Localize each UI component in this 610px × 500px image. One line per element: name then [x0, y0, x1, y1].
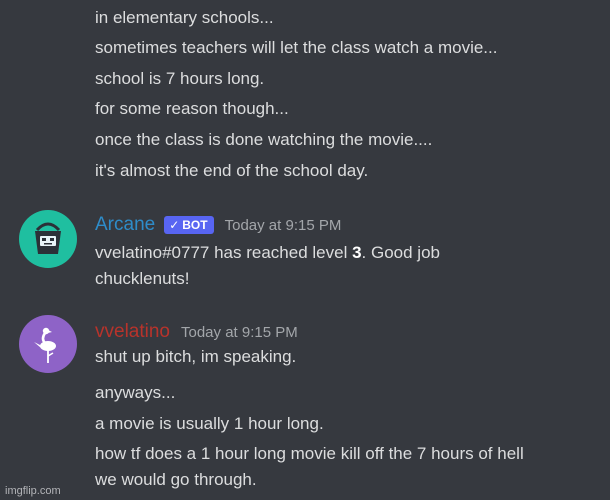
message-line: it's almost the end of the school day. — [95, 161, 369, 180]
bucket-robot-avatar[interactable] — [19, 210, 77, 268]
message-line: in elementary schools... — [95, 8, 274, 27]
chat-message-list: in elementary schools... sometimes teach… — [0, 0, 610, 500]
bot-message-text: vvelatino#0777 has reached level — [95, 243, 353, 262]
level-number: 3 — [352, 243, 362, 262]
message-line: how tf does a 1 hour long movie kill off… — [95, 444, 524, 463]
message-line: sometimes teachers will let the class wa… — [95, 38, 498, 57]
bot-message-line: vvelatino#0777 has reached level 3. Good… — [95, 242, 440, 264]
bot-tag-label: BOT — [182, 218, 208, 232]
bot-message-text: . Good job — [361, 243, 440, 262]
message-line: a movie is usually 1 hour long. — [95, 414, 324, 433]
message-header: vvelatino Today at 9:15 PM — [95, 320, 298, 344]
watermark: imgflip.com — [5, 485, 61, 497]
bot-message-line: chucklenuts! — [95, 269, 190, 288]
bot-username[interactable]: Arcane — [95, 213, 155, 237]
message-line: anyways... — [95, 383, 176, 402]
message-line: shut up bitch, im speaking. — [95, 347, 297, 366]
message-header: Arcane ✓ BOT Today at 9:15 PM — [95, 213, 341, 237]
message-line: school is 7 hours long. — [95, 69, 265, 88]
flamingo-avatar[interactable] — [19, 315, 77, 373]
bot-tag: ✓ BOT — [164, 216, 214, 234]
message-timestamp[interactable]: Today at 9:15 PM — [225, 217, 342, 234]
checkmark-icon: ✓ — [169, 218, 180, 232]
message-line: for some reason though... — [95, 99, 289, 118]
message-timestamp[interactable]: Today at 9:15 PM — [181, 324, 298, 341]
message-line: once the class is done watching the movi… — [95, 130, 433, 149]
message-line: we would go through. — [95, 470, 257, 489]
user-username[interactable]: vvelatino — [95, 320, 170, 344]
